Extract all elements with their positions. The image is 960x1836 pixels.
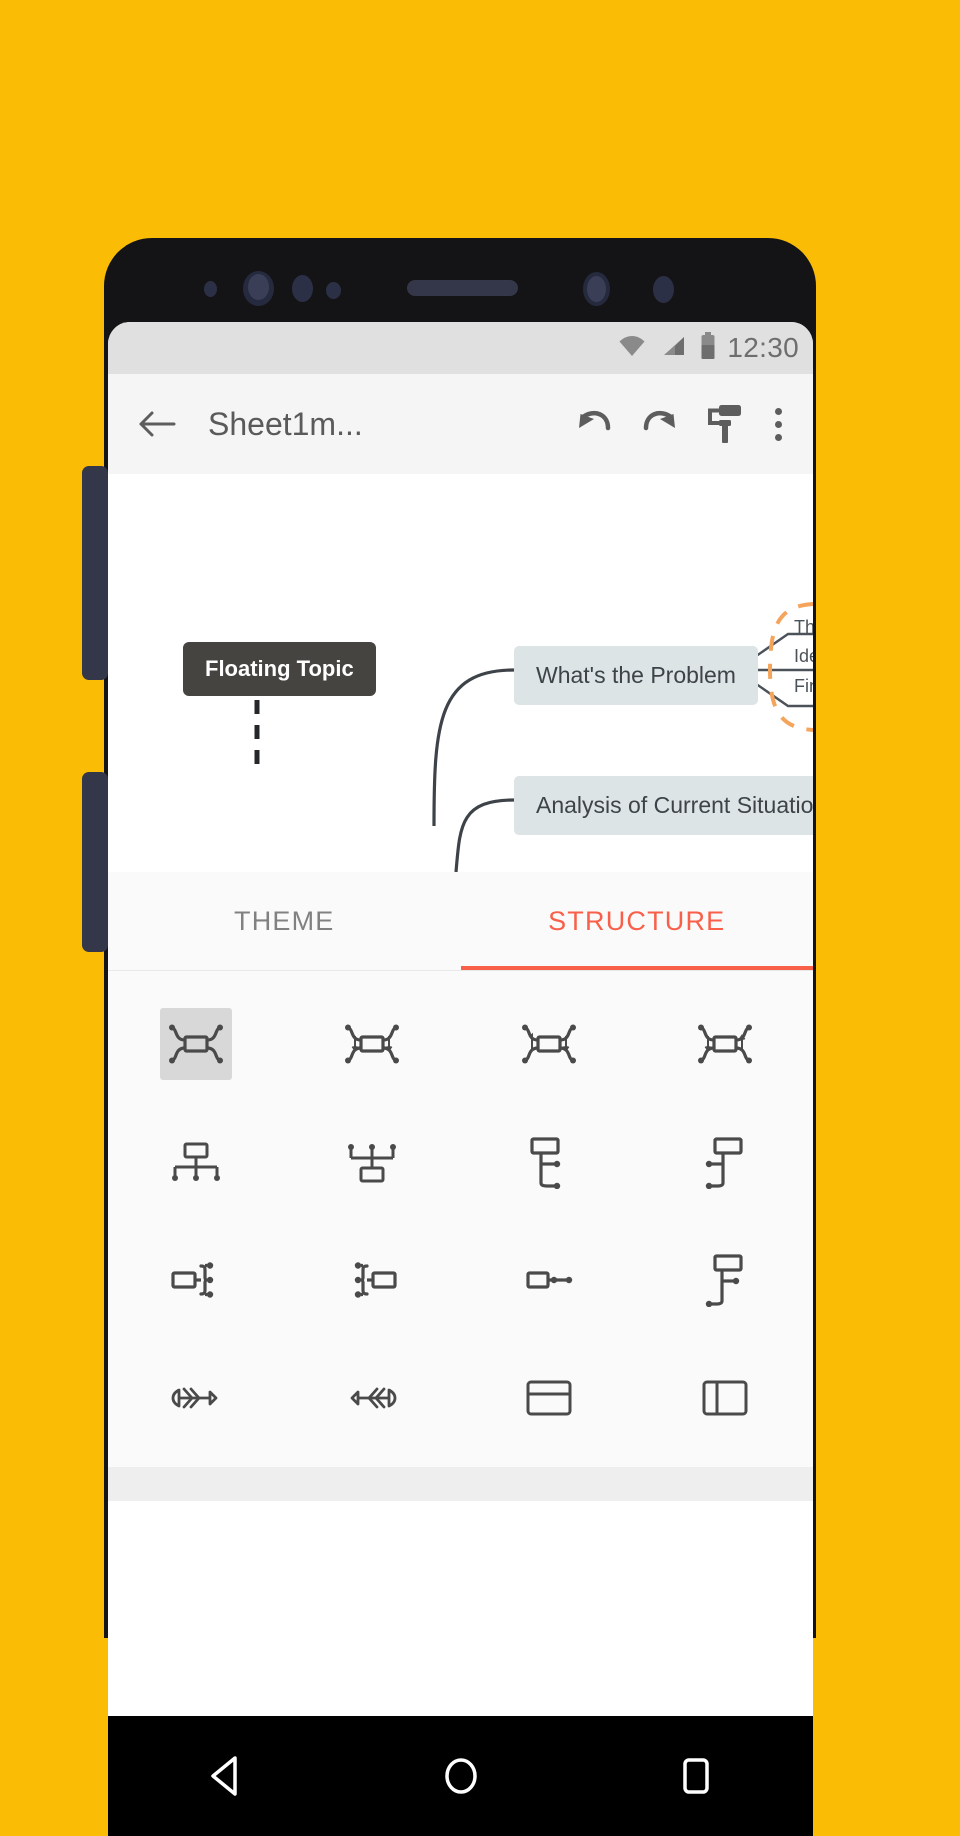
- power-button[interactable]: [82, 772, 108, 952]
- phone-top-bezel: [104, 238, 816, 330]
- tab-theme[interactable]: THEME: [108, 872, 461, 970]
- subtopic-node[interactable]: Fin: [794, 676, 813, 697]
- org-chart-up-icon: [348, 1144, 397, 1183]
- cellular-signal-icon: [660, 334, 687, 363]
- back-arrow-icon[interactable]: [136, 403, 178, 445]
- status-bar-time: 12:30: [727, 332, 799, 363]
- bottom-sheet-footer: [108, 1467, 813, 1501]
- structure-option-map-both-sides-down[interactable]: [284, 985, 460, 1103]
- structure-option-logic-left[interactable]: [284, 1221, 460, 1339]
- android-navigation-bar: [108, 1716, 813, 1836]
- tree-table-right-icon: [705, 1254, 743, 1307]
- menu-dot: [774, 433, 782, 441]
- map-both-sides-down-icon: [345, 1024, 400, 1064]
- org-chart-down-icon: [172, 1142, 221, 1181]
- structure-option-fishbone-left[interactable]: [108, 1339, 284, 1457]
- structure-option-timeline-horizontal[interactable]: [461, 1221, 637, 1339]
- matrix-rows-icon: [526, 1380, 572, 1416]
- sensor-dot-icon: [653, 276, 674, 303]
- structure-option-map-numbered-both[interactable]: [461, 985, 637, 1103]
- paint-roller-icon[interactable]: [699, 400, 747, 448]
- earpiece-speaker: [407, 280, 518, 296]
- battery-icon: [700, 331, 716, 365]
- redo-icon[interactable]: [635, 400, 683, 448]
- tab-structure[interactable]: STRUCTURE: [461, 872, 814, 970]
- structure-option-matrix-columns[interactable]: [637, 1339, 813, 1457]
- subtopic-node[interactable]: Th: [794, 617, 813, 638]
- sensor-dot-icon: [587, 276, 606, 302]
- tree-right-alt-icon: [705, 1137, 743, 1189]
- structure-option-map-balanced[interactable]: [108, 985, 284, 1103]
- structure-option-fishbone-right[interactable]: [284, 1339, 460, 1457]
- structure-option-map-arrows-both[interactable]: [637, 985, 813, 1103]
- phone-screen: 12:30 Sheet1m... Floating Topic What's t…: [108, 322, 813, 1716]
- status-icons: [617, 331, 716, 365]
- tab-active-indicator: [460, 966, 813, 970]
- sensor-dot-icon: [292, 275, 313, 302]
- volume-button[interactable]: [82, 466, 108, 680]
- fishbone-left-icon: [171, 1387, 218, 1409]
- topic-node-analysis[interactable]: Analysis of Current Situation: [514, 776, 813, 835]
- menu-dot: [774, 407, 782, 415]
- structure-option-matrix-rows[interactable]: [461, 1339, 637, 1457]
- mindmap-canvas[interactable]: Floating Topic What's the Problem Analys…: [108, 474, 813, 872]
- sensor-dot-icon: [204, 281, 217, 297]
- logic-right-icon: [171, 1262, 214, 1298]
- topic-node-problem[interactable]: What's the Problem: [514, 646, 758, 705]
- wifi-icon: [617, 334, 647, 363]
- structure-option-org-chart-up[interactable]: [284, 1103, 460, 1221]
- structure-option-logic-right[interactable]: [108, 1221, 284, 1339]
- phone-device: 12:30 Sheet1m... Floating Topic What's t…: [82, 238, 816, 1836]
- map-arrows-both-icon: [697, 1024, 752, 1064]
- undo-icon[interactable]: [571, 400, 619, 448]
- map-balanced-icon: [169, 1024, 224, 1064]
- subtopic-node[interactable]: Ide: [794, 646, 813, 667]
- logic-left-icon: [355, 1262, 397, 1298]
- structure-options-grid: [108, 971, 813, 1501]
- app-bar: Sheet1m...: [108, 374, 813, 474]
- overflow-menu-icon[interactable]: [761, 407, 795, 441]
- structure-option-tree-table-right[interactable]: [637, 1221, 813, 1339]
- timeline-horizontal-icon: [526, 1271, 572, 1289]
- tree-right-icon: [530, 1137, 560, 1189]
- nav-back-icon[interactable]: [190, 1740, 262, 1812]
- menu-dot: [774, 420, 782, 428]
- status-bar: 12:30: [108, 322, 813, 374]
- matrix-columns-icon: [702, 1380, 748, 1416]
- sensor-dot-icon: [326, 282, 341, 299]
- structure-option-tree-right-alt[interactable]: [637, 1103, 813, 1221]
- floating-topic-node[interactable]: Floating Topic: [183, 642, 376, 696]
- front-camera-lens-icon: [248, 274, 269, 300]
- fishbone-right-icon: [350, 1387, 397, 1409]
- nav-recents-icon[interactable]: [660, 1740, 732, 1812]
- bottom-sheet-tabs: THEME STRUCTURE: [108, 872, 813, 971]
- nav-home-icon[interactable]: [425, 1740, 497, 1812]
- map-numbered-both-icon: [521, 1024, 576, 1064]
- structure-option-tree-right[interactable]: [461, 1103, 637, 1221]
- structure-option-org-chart-down[interactable]: [108, 1103, 284, 1221]
- page-title: Sheet1m...: [208, 405, 363, 442]
